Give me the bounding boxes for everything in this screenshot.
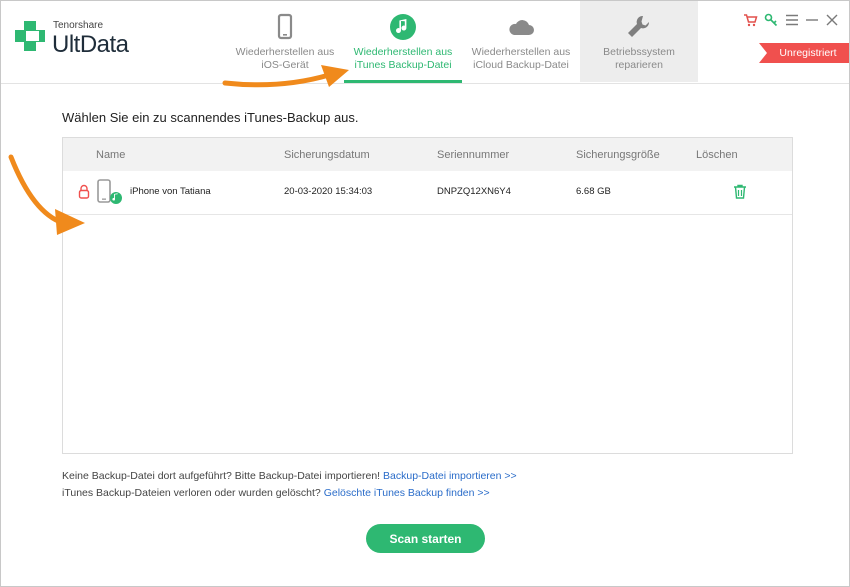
cloud-icon [509,20,534,35]
cart-icon[interactable] [741,11,759,29]
backup-size: 6.68 GB [576,186,611,197]
column-header-date: Sicherungsdatum [284,149,370,161]
tab-itunes-backup[interactable]: Wiederherstellen aus iTunes Backup-Datei [344,1,462,83]
tab-repair-system[interactable]: Betriebssystem reparieren [580,1,698,82]
hint-lost: iTunes Backup-Dateien verloren oder wurd… [62,487,490,499]
hint-lost-text: iTunes Backup-Dateien verloren oder wurd… [62,487,321,499]
tab-label-line1: Wiederherstellen aus [235,46,335,58]
tab-label-line2: iTunes Backup-Datei [354,59,452,71]
backup-name: iPhone von Tatiana [130,186,211,197]
tab-label-line2: iCloud Backup-Datei [473,59,569,71]
music-note-icon [390,14,416,40]
key-icon[interactable] [762,11,780,29]
annotation-arrow-icon [222,65,349,88]
column-header-name: Name [96,149,126,161]
backup-table: Name Sicherungsdatum Seriennummer Sicher… [62,137,793,454]
backup-date: 20-03-2020 15:34:03 [284,186,373,197]
close-icon[interactable] [823,11,841,29]
tab-label-line1: Wiederherstellen aus [353,46,453,58]
brand-company: Tenorshare [53,20,104,31]
hint-import-text: Keine Backup-Datei dort aufgeführt? Bitt… [62,470,381,482]
table-row[interactable]: iPhone von Tatiana 20-03-2020 15:34:03 D… [63,171,792,215]
menu-icon[interactable] [783,11,801,29]
hint-import: Keine Backup-Datei dort aufgeführt? Bitt… [62,470,517,482]
app-window: Tenorshare UltData Wiederherstellen aus i… [0,0,850,587]
table-header: Name Sicherungsdatum Seriennummer Sicher… [63,138,792,171]
import-backup-link[interactable]: Backup-Datei importieren >> [383,470,517,482]
tab-label-line1: Betriebssystem [603,46,675,58]
annotation-arrow-icon [8,154,85,235]
scan-start-button[interactable]: Scan starten [366,524,485,553]
wrench-icon [628,15,650,37]
page-title: Wählen Sie ein zu scannendes iTunes-Back… [62,110,359,125]
column-header-size: Sicherungsgröße [576,149,660,161]
backup-serial: DNPZQ12XN6Y4 [437,186,511,197]
unregistered-badge[interactable]: Unregistriert [759,43,849,63]
phone-icon [277,13,293,40]
ultdata-logo-icon [15,21,45,51]
tab-icloud-backup[interactable]: Wiederherstellen aus iCloud Backup-Datei [462,1,580,82]
brand-name: UltData [52,31,129,58]
iphone-device-icon [97,179,122,204]
minimize-icon[interactable] [803,11,821,29]
tab-label-line2: reparieren [615,59,663,71]
column-header-serial: Seriennummer [437,149,510,161]
column-header-delete: Löschen [696,149,738,161]
trash-icon[interactable] [733,184,747,199]
header: Tenorshare UltData Wiederherstellen aus i… [1,1,849,84]
tab-label-line1: Wiederherstellen aus [471,46,571,58]
find-deleted-backup-link[interactable]: Gelöschte iTunes Backup finden >> [324,487,490,499]
